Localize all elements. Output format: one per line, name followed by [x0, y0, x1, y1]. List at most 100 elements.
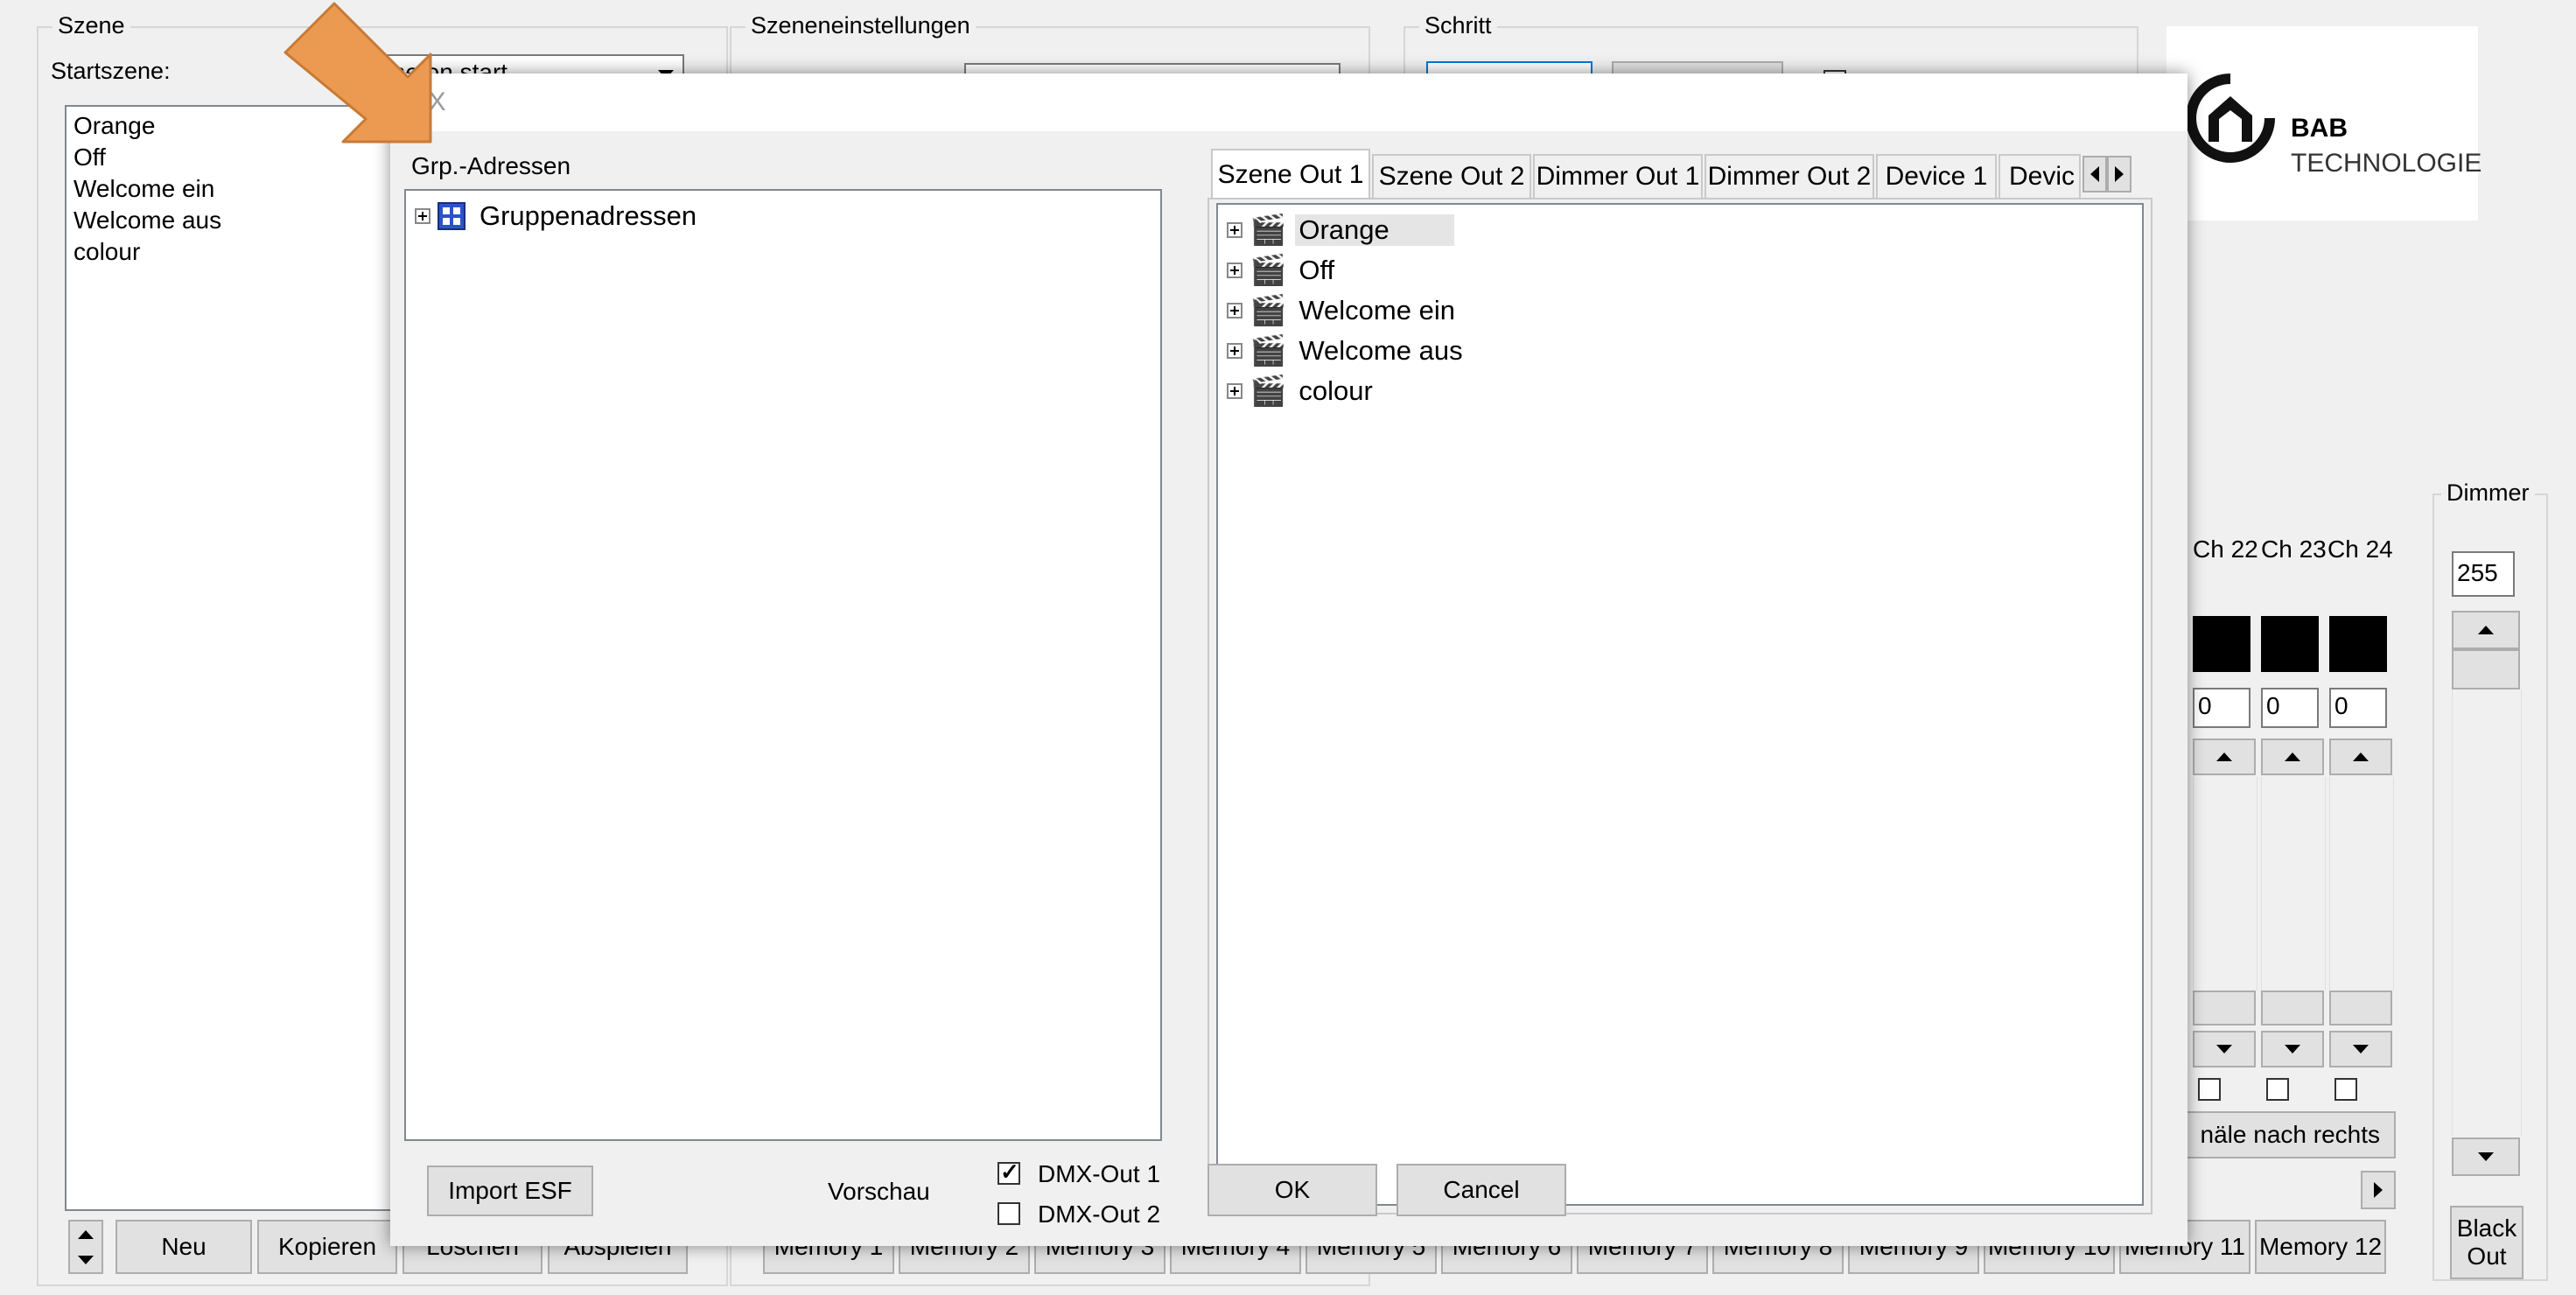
- arrow-down-icon: [78, 1255, 94, 1264]
- channel-slider-track[interactable]: [2193, 777, 2258, 990]
- blackout-label: Black Out: [2456, 1214, 2517, 1270]
- dmx-out-2-checkbox[interactable]: [998, 1202, 1020, 1225]
- expand-icon[interactable]: [415, 208, 430, 224]
- scene-tree-row[interactable]: 🎬 Welcome ein: [1227, 290, 1455, 331]
- channel-color-swatch[interactable]: [2329, 616, 2387, 672]
- scene-order-spinner[interactable]: [68, 1220, 103, 1274]
- tree-row-group-addresses[interactable]: Gruppenadressen: [415, 196, 696, 236]
- channel-value-field[interactable]: 0: [2329, 688, 2387, 728]
- scene-tree[interactable]: 🎬 Orange 🎬 Off 🎬 Welcome ein 🎬 Welcome a…: [1216, 203, 2144, 1206]
- scene-tree-label: Orange: [1295, 214, 1454, 246]
- scene-tree-row[interactable]: 🎬 Orange: [1227, 210, 1454, 250]
- new-scene-button[interactable]: Neu: [116, 1220, 252, 1274]
- knx-dialog: KNX Grp.-Adressen Gruppenadressen Szene …: [390, 74, 2188, 1246]
- tab-dimmer-out-2[interactable]: Dimmer Out 2: [1704, 154, 1874, 198]
- dimmer-down-button[interactable]: [2452, 1138, 2520, 1176]
- channel-value-field[interactable]: 0: [2193, 688, 2250, 728]
- tab-scene-out-1[interactable]: Szene Out 1: [1211, 149, 1370, 200]
- scene-group-title: Szene: [52, 12, 130, 39]
- channel-checkbox[interactable]: [2198, 1078, 2221, 1101]
- group-address-tree[interactable]: Gruppenadressen: [404, 189, 1162, 1141]
- dimmer-value-field[interactable]: 255: [2452, 551, 2515, 597]
- group-addresses-label: Grp.-Adressen: [411, 152, 571, 179]
- channel-down-button[interactable]: [2329, 1031, 2392, 1068]
- dmx-out-1-checkbox[interactable]: ✓: [998, 1158, 1020, 1185]
- channel-label: Ch 23: [2261, 536, 2327, 563]
- tab-scroll-left-button[interactable]: [2082, 156, 2107, 192]
- channel-down-button[interactable]: [2193, 1031, 2256, 1068]
- channel-slider-thumb[interactable]: [2193, 990, 2256, 1026]
- arrow-down-icon: [2478, 1152, 2494, 1161]
- clapperboard-icon: 🎬: [1250, 214, 1287, 247]
- step-group-title: Schritt: [1419, 12, 1497, 39]
- expand-icon[interactable]: [1227, 343, 1242, 359]
- dimmer-up-button[interactable]: [2452, 611, 2520, 649]
- checkmark-icon: ✓: [1000, 1158, 1019, 1185]
- startscene-label: Startszene:: [51, 58, 171, 84]
- tab-scene-out-2[interactable]: Szene Out 2: [1372, 154, 1531, 198]
- channel-down-button[interactable]: [2261, 1031, 2324, 1068]
- scene-tree-row[interactable]: 🎬 colour: [1227, 371, 1373, 411]
- tab-device-1[interactable]: Device 1: [1876, 154, 1997, 198]
- clapperboard-icon: 🎬: [1250, 334, 1287, 368]
- tab-scroll-right-button[interactable]: [2107, 156, 2132, 192]
- expand-icon[interactable]: [1227, 222, 1242, 238]
- dimmer-value: 255: [2457, 559, 2498, 586]
- scroll-right-button[interactable]: [2361, 1171, 2396, 1209]
- channel-up-button[interactable]: [2329, 738, 2392, 775]
- channel-color-swatch[interactable]: [2261, 616, 2319, 672]
- expand-icon[interactable]: [1227, 303, 1242, 318]
- channel-color-swatch[interactable]: [2193, 616, 2250, 672]
- dmx-out-2-label: DMX-Out 2: [1038, 1200, 1161, 1228]
- cancel-button[interactable]: Cancel: [1396, 1164, 1566, 1216]
- clapperboard-icon: 🎬: [1250, 374, 1287, 408]
- arrow-up-icon: [2285, 752, 2300, 761]
- tab-panel: 🎬 Orange 🎬 Off 🎬 Welcome ein 🎬 Welcome a…: [1208, 198, 2152, 1214]
- channel-up-button[interactable]: [2261, 738, 2324, 775]
- channel-slider-thumb[interactable]: [2329, 990, 2392, 1026]
- arrow-up-icon: [2353, 752, 2369, 761]
- channel-checkbox[interactable]: [2334, 1078, 2357, 1101]
- channel-slider-track[interactable]: [2329, 777, 2394, 990]
- arrow-up-icon: [2216, 752, 2232, 761]
- dimmer-group-title: Dimmer: [2441, 480, 2535, 507]
- arrow-down-icon: [2216, 1045, 2232, 1054]
- channel-label: Ch 24: [2328, 536, 2393, 563]
- arrow-right-icon: [2374, 1182, 2383, 1198]
- channel-up-button[interactable]: [2193, 738, 2256, 775]
- tab-device-2[interactable]: Devic: [1998, 154, 2081, 198]
- arrow-right-icon: [2115, 166, 2124, 182]
- logo-text-bab: BAB: [2291, 114, 2348, 143]
- dimmer-slider-thumb[interactable]: [2452, 649, 2520, 690]
- channel-value-field[interactable]: 0: [2261, 688, 2319, 728]
- blackout-button[interactable]: Black Out: [2450, 1206, 2524, 1279]
- group-address-icon: [438, 202, 466, 230]
- dmx-out-1-label: DMX-Out 1: [1038, 1160, 1161, 1187]
- house-logo-icon: [2186, 74, 2275, 163]
- scene-tree-label: colour: [1298, 375, 1373, 406]
- preview-label: Vorschau: [828, 1178, 930, 1205]
- channel-slider-track[interactable]: [2261, 777, 2326, 990]
- channel-checkbox[interactable]: [2266, 1078, 2289, 1101]
- expand-icon[interactable]: [1227, 262, 1242, 278]
- tab-dimmer-out-1[interactable]: Dimmer Out 1: [1533, 154, 1703, 198]
- import-esf-button[interactable]: Import ESF: [427, 1166, 593, 1216]
- scene-settings-title: Szeneneinstellungen: [746, 12, 976, 39]
- copy-scene-button[interactable]: Kopieren: [257, 1220, 397, 1274]
- ok-button[interactable]: OK: [1208, 1164, 1377, 1216]
- tree-label-group-addresses: Gruppenadressen: [480, 200, 697, 231]
- expand-icon[interactable]: [1227, 383, 1242, 399]
- channel-slider-thumb[interactable]: [2261, 990, 2324, 1026]
- dimmer-slider-track[interactable]: [2452, 690, 2522, 1136]
- arrow-down-icon: [2285, 1045, 2300, 1054]
- scene-tree-row[interactable]: 🎬 Welcome aus: [1227, 331, 1463, 371]
- arrow-left-icon: [2090, 166, 2099, 182]
- scene-tree-label: Off: [1298, 255, 1335, 285]
- arrow-up-icon: [78, 1229, 94, 1239]
- scene-tree-label: Welcome ein: [1298, 295, 1455, 326]
- arrow-up-icon: [2478, 626, 2494, 634]
- channel-value: 0: [2266, 692, 2280, 719]
- arrow-down-icon: [2353, 1045, 2369, 1054]
- scene-tree-row[interactable]: 🎬 Off: [1227, 250, 1334, 290]
- memory-button[interactable]: Memory 12: [2255, 1220, 2386, 1274]
